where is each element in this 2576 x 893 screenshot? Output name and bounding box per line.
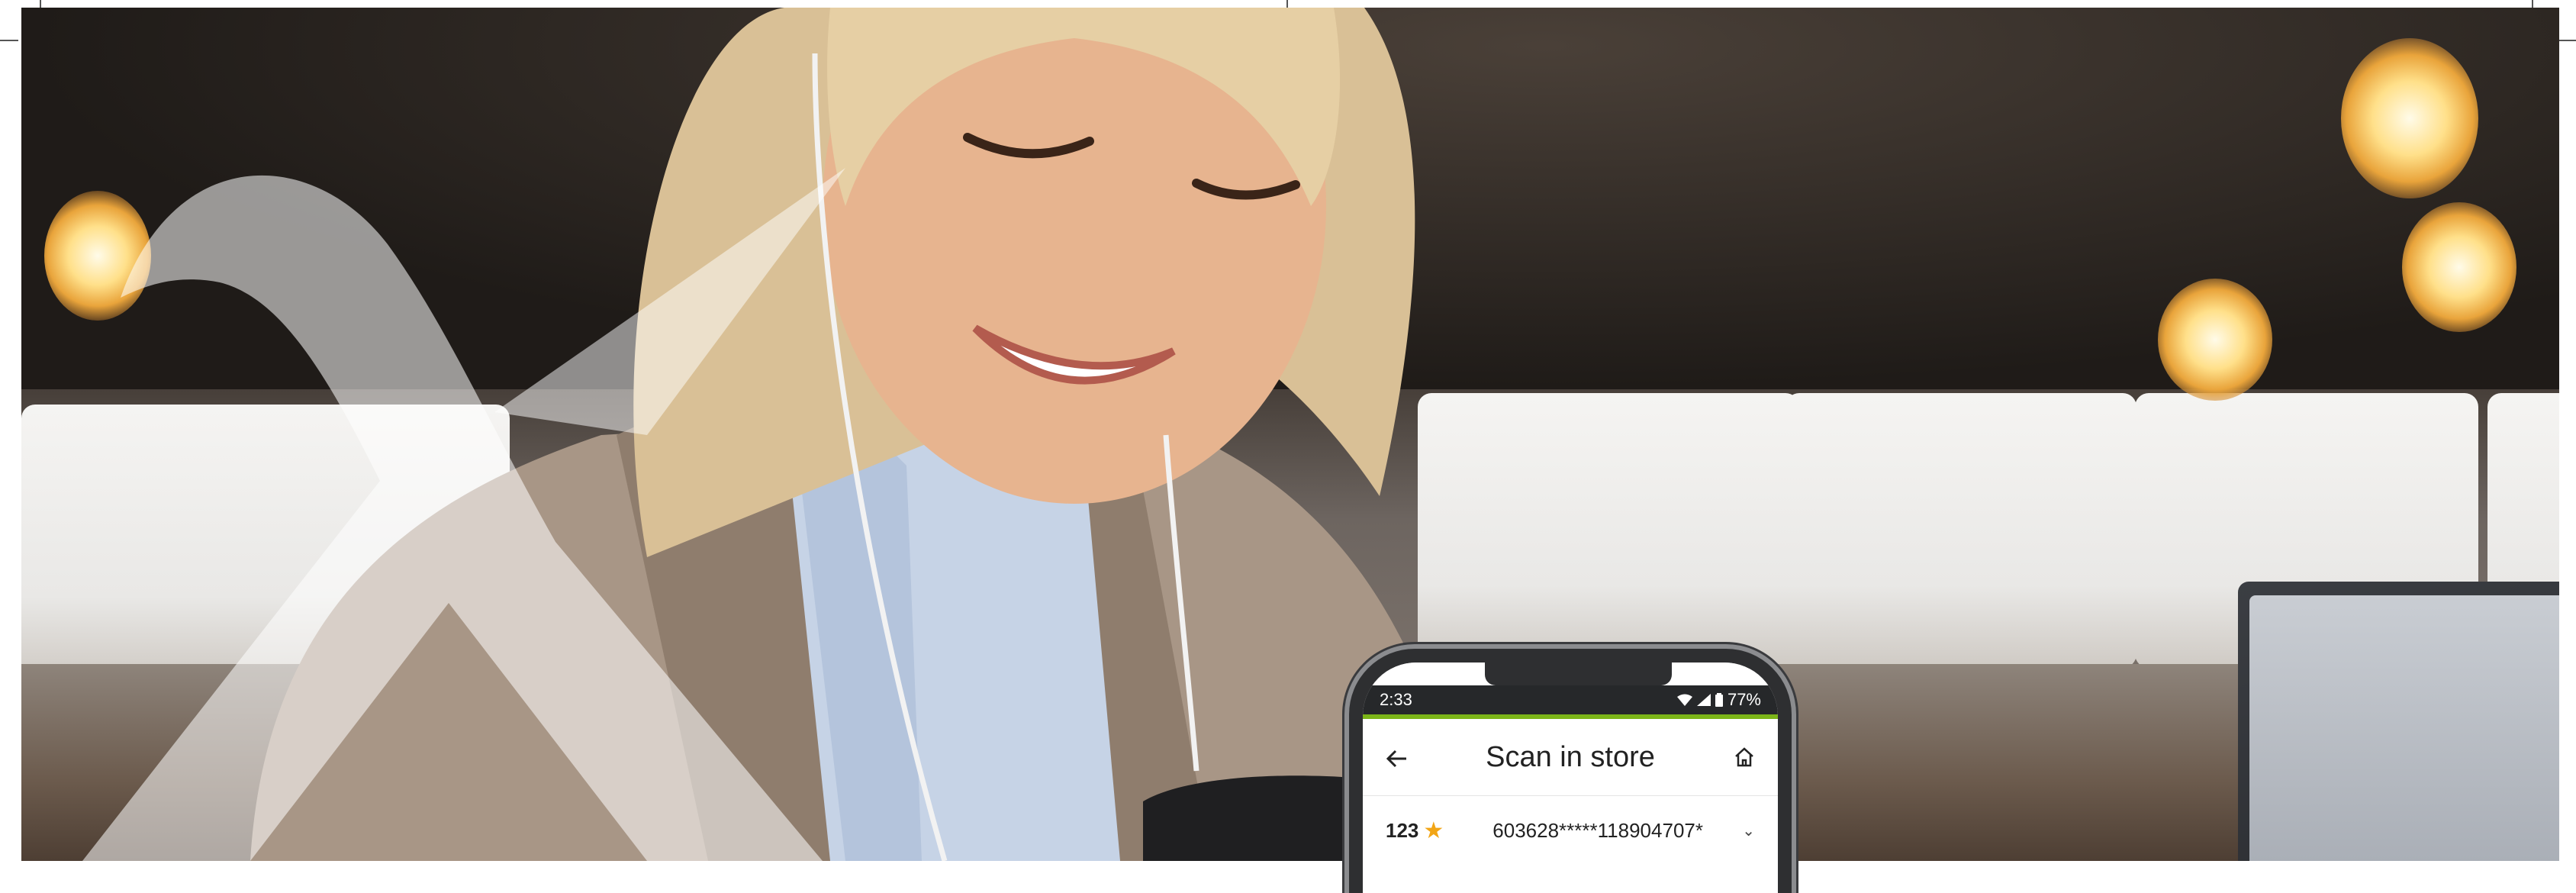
card-number: 603628*****118904707* (1492, 818, 1703, 842)
account-selector[interactable]: 123 ★ 603628*****118904707* ⌄ (1363, 808, 1778, 853)
crop-mark (0, 40, 18, 41)
phone-screen: 2:33 77% Scan in store 123 ★ 603628*****… (1363, 662, 1778, 893)
notch-bar (1363, 662, 1778, 685)
notch (1485, 662, 1672, 685)
background-photo (21, 8, 2559, 861)
smartphone: 2:33 77% Scan in store 123 ★ 603628*****… (1349, 649, 1792, 893)
wifi-icon (1676, 694, 1692, 706)
battery-percent: 77% (1727, 690, 1761, 709)
screen-title: Scan in store (1486, 740, 1655, 773)
battery-icon (1715, 693, 1723, 707)
back-arrow-icon[interactable] (1383, 745, 1410, 772)
chevron-down-icon[interactable]: ⌄ (1742, 821, 1755, 840)
status-indicators: 77% (1676, 690, 1761, 710)
star-icon: ★ (1423, 817, 1444, 843)
app-bar: Scan in store (1363, 719, 1778, 796)
account-number: 123 (1386, 818, 1419, 842)
home-icon[interactable] (1731, 743, 1758, 771)
signal-icon (1696, 694, 1711, 706)
status-bar: 2:33 77% (1363, 685, 1778, 714)
brand-logo-mark (82, 168, 845, 861)
status-time: 2:33 (1380, 690, 1412, 709)
